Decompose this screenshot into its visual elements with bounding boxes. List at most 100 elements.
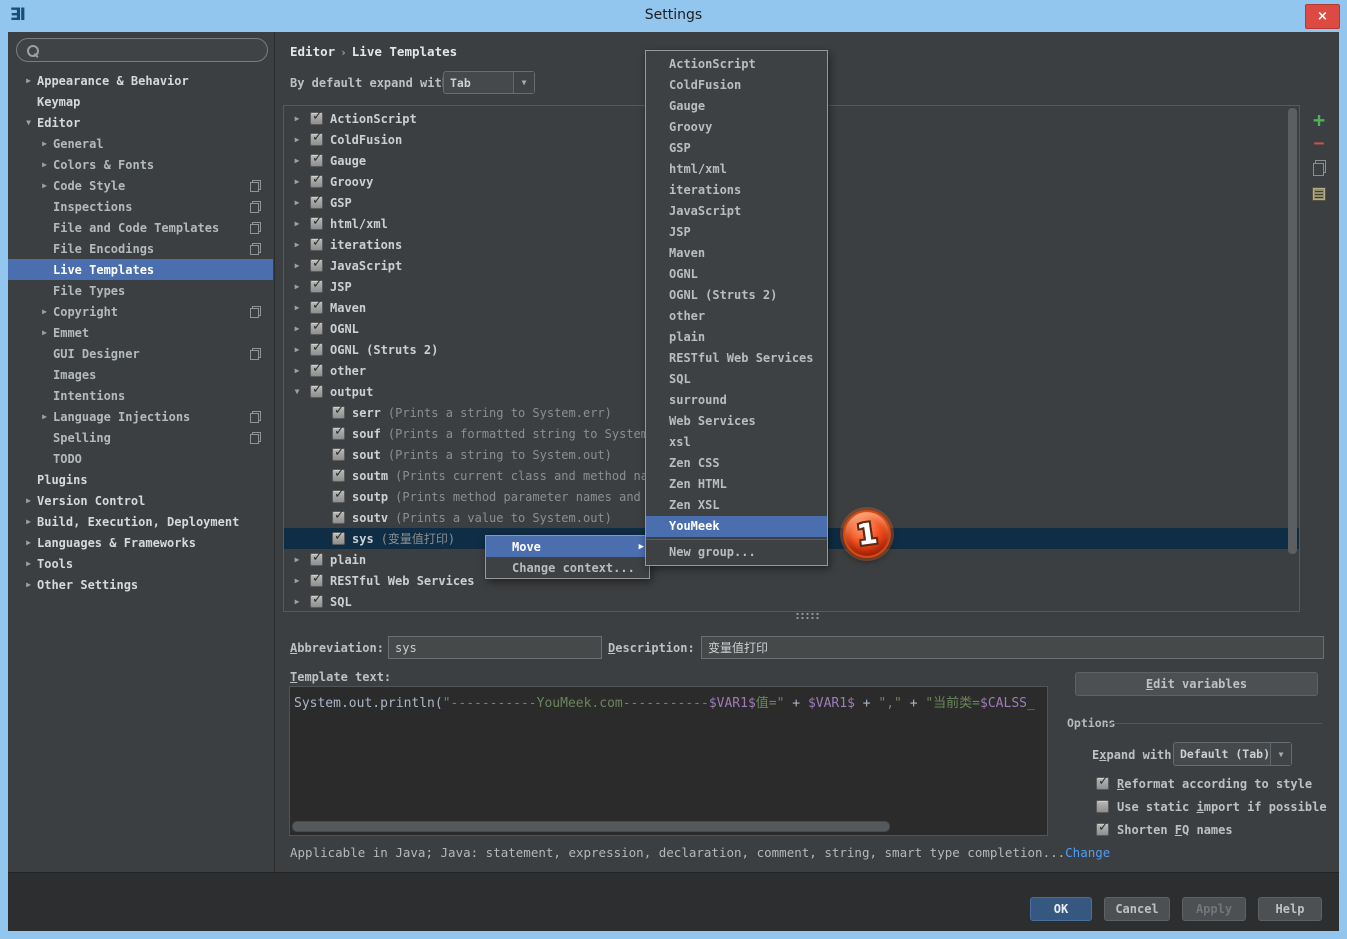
checkbox-icon[interactable]: [310, 574, 323, 587]
sidebar-item-inspections[interactable]: Inspections: [8, 196, 273, 217]
group-menu-item-zen-css[interactable]: Zen CSS: [646, 453, 827, 474]
sidebar-item-todo[interactable]: TODO: [8, 448, 273, 469]
checkbox-icon[interactable]: [1096, 800, 1109, 813]
option-use-static-import-if-possible[interactable]: Use static import if possible: [1096, 795, 1327, 818]
checkbox-icon[interactable]: [310, 196, 323, 209]
sidebar-item-code-style[interactable]: ▶Code Style: [8, 175, 273, 196]
sidebar-item-file-and-code-templates[interactable]: File and Code Templates: [8, 217, 273, 238]
sidebar-item-gui-designer[interactable]: GUI Designer: [8, 343, 273, 364]
group-menu-item-zen-xsl[interactable]: Zen XSL: [646, 495, 827, 516]
sidebar-item-language-injections[interactable]: ▶Language Injections: [8, 406, 273, 427]
checkbox-icon[interactable]: [310, 385, 323, 398]
ok-button[interactable]: OK: [1030, 897, 1092, 921]
chevron-down-icon[interactable]: ▼: [513, 72, 534, 93]
checkbox-icon[interactable]: [310, 259, 323, 272]
sidebar-item-version-control[interactable]: ▶Version Control: [8, 490, 273, 511]
sidebar-item-file-encodings[interactable]: File Encodings: [8, 238, 273, 259]
checkbox-icon[interactable]: [332, 427, 345, 440]
sidebar-item-keymap[interactable]: Keymap: [8, 91, 273, 112]
context-menu-item-move[interactable]: Move▶: [486, 536, 649, 557]
expand-with-combo[interactable]: Default (Tab) ▼: [1173, 742, 1292, 766]
checkbox-icon[interactable]: [310, 175, 323, 188]
checkbox-icon[interactable]: [310, 364, 323, 377]
tree-scrollbar[interactable]: [1288, 108, 1297, 554]
group-menu-item-gsp[interactable]: GSP: [646, 138, 827, 159]
sidebar-item-tools[interactable]: ▶Tools: [8, 553, 273, 574]
edit-variables-button[interactable]: Edit variables: [1075, 672, 1318, 696]
group-menu-item-plain[interactable]: plain: [646, 327, 827, 348]
sidebar-item-spelling[interactable]: Spelling: [8, 427, 273, 448]
help-button[interactable]: Help: [1258, 897, 1322, 921]
group-menu-item-jsp[interactable]: JSP: [646, 222, 827, 243]
sidebar-item-build-execution-deployment[interactable]: ▶Build, Execution, Deployment: [8, 511, 273, 532]
sidebar-item-copyright[interactable]: ▶Copyright: [8, 301, 273, 322]
remove-icon[interactable]: −: [1306, 133, 1332, 154]
default-expand-combo[interactable]: Tab ▼: [443, 71, 535, 94]
sidebar-item-appearance-behavior[interactable]: ▶Appearance & Behavior: [8, 70, 273, 91]
sidebar-item-languages-frameworks[interactable]: ▶Languages & Frameworks: [8, 532, 273, 553]
breadcrumb-item[interactable]: Editor: [290, 44, 335, 59]
sidebar-item-general[interactable]: ▶General: [8, 133, 273, 154]
group-menu-item-other[interactable]: other: [646, 306, 827, 327]
breadcrumb-item[interactable]: Live Templates: [352, 44, 457, 59]
option-shorten-fq-names[interactable]: Shorten FQ names: [1096, 818, 1327, 841]
group-menu-item-web-services[interactable]: Web Services: [646, 411, 827, 432]
group-menu-item-coldfusion[interactable]: ColdFusion: [646, 75, 827, 96]
checkbox-icon[interactable]: [310, 133, 323, 146]
checkbox-icon[interactable]: [310, 595, 323, 608]
checkbox-icon[interactable]: [332, 406, 345, 419]
sidebar-item-emmet[interactable]: ▶Emmet: [8, 322, 273, 343]
group-menu-item-gauge[interactable]: Gauge: [646, 96, 827, 117]
group-menu-item-ognl-struts-2[interactable]: OGNL (Struts 2): [646, 285, 827, 306]
checkbox-icon[interactable]: [1096, 777, 1109, 790]
group-menu-item-surround[interactable]: surround: [646, 390, 827, 411]
checkbox-icon[interactable]: [310, 217, 323, 230]
reset-defaults-icon[interactable]: [1306, 186, 1332, 205]
sidebar-item-images[interactable]: Images: [8, 364, 273, 385]
group-menu-item-xsl[interactable]: xsl: [646, 432, 827, 453]
sidebar-item-file-types[interactable]: File Types: [8, 280, 273, 301]
group-menu-item-new-group[interactable]: New group...: [646, 542, 827, 563]
template-text-editor[interactable]: System.out.println("-----------YouMeek.c…: [289, 686, 1048, 836]
group-menu-item-ognl[interactable]: OGNL: [646, 264, 827, 285]
checkbox-icon[interactable]: [310, 301, 323, 314]
sidebar-item-colors-fonts[interactable]: ▶Colors & Fonts: [8, 154, 273, 175]
checkbox-icon[interactable]: [332, 532, 345, 545]
search-box[interactable]: [16, 38, 268, 62]
group-menu-item-javascript[interactable]: JavaScript: [646, 201, 827, 222]
checkbox-icon[interactable]: [332, 448, 345, 461]
titlebar[interactable]: ꓱI Settings ×: [0, 0, 1347, 32]
group-menu-item-sql[interactable]: SQL: [646, 369, 827, 390]
splitter-handle[interactable]: [795, 612, 821, 619]
checkbox-icon[interactable]: [310, 238, 323, 251]
change-context-link[interactable]: Change: [1065, 845, 1110, 860]
sidebar-item-plugins[interactable]: Plugins: [8, 469, 273, 490]
checkbox-icon[interactable]: [332, 469, 345, 482]
duplicate-icon[interactable]: [1306, 160, 1332, 180]
checkbox-icon[interactable]: [332, 511, 345, 524]
checkbox-icon[interactable]: [332, 490, 345, 503]
editor-scrollbar[interactable]: [292, 821, 890, 832]
checkbox-icon[interactable]: [310, 280, 323, 293]
add-icon[interactable]: +: [1306, 108, 1332, 132]
group-menu-item-maven[interactable]: Maven: [646, 243, 827, 264]
checkbox-icon[interactable]: [310, 154, 323, 167]
group-menu-item-restful-web-services[interactable]: RESTful Web Services: [646, 348, 827, 369]
option-reformat-according-to-style[interactable]: Reformat according to style: [1096, 772, 1327, 795]
sidebar-item-live-templates[interactable]: Live Templates: [8, 259, 273, 280]
template-group-restful-web-services[interactable]: ▶RESTful Web Services: [284, 570, 1299, 591]
group-menu-item-zen-html[interactable]: Zen HTML: [646, 474, 827, 495]
group-menu-item-groovy[interactable]: Groovy: [646, 117, 827, 138]
chevron-down-icon[interactable]: ▼: [1270, 743, 1291, 765]
cancel-button[interactable]: Cancel: [1104, 897, 1170, 921]
sidebar-item-other-settings[interactable]: ▶Other Settings: [8, 574, 273, 595]
search-input[interactable]: [46, 43, 267, 57]
checkbox-icon[interactable]: [310, 322, 323, 335]
sidebar-item-editor[interactable]: ▼Editor: [8, 112, 273, 133]
context-menu-item-change-context[interactable]: Change context...: [486, 557, 649, 578]
sidebar-item-intentions[interactable]: Intentions: [8, 385, 273, 406]
abbreviation-field[interactable]: [388, 636, 602, 659]
group-menu-item-html-xml[interactable]: html/xml: [646, 159, 827, 180]
checkbox-icon[interactable]: [310, 553, 323, 566]
template-group-sql[interactable]: ▶SQL: [284, 591, 1299, 612]
